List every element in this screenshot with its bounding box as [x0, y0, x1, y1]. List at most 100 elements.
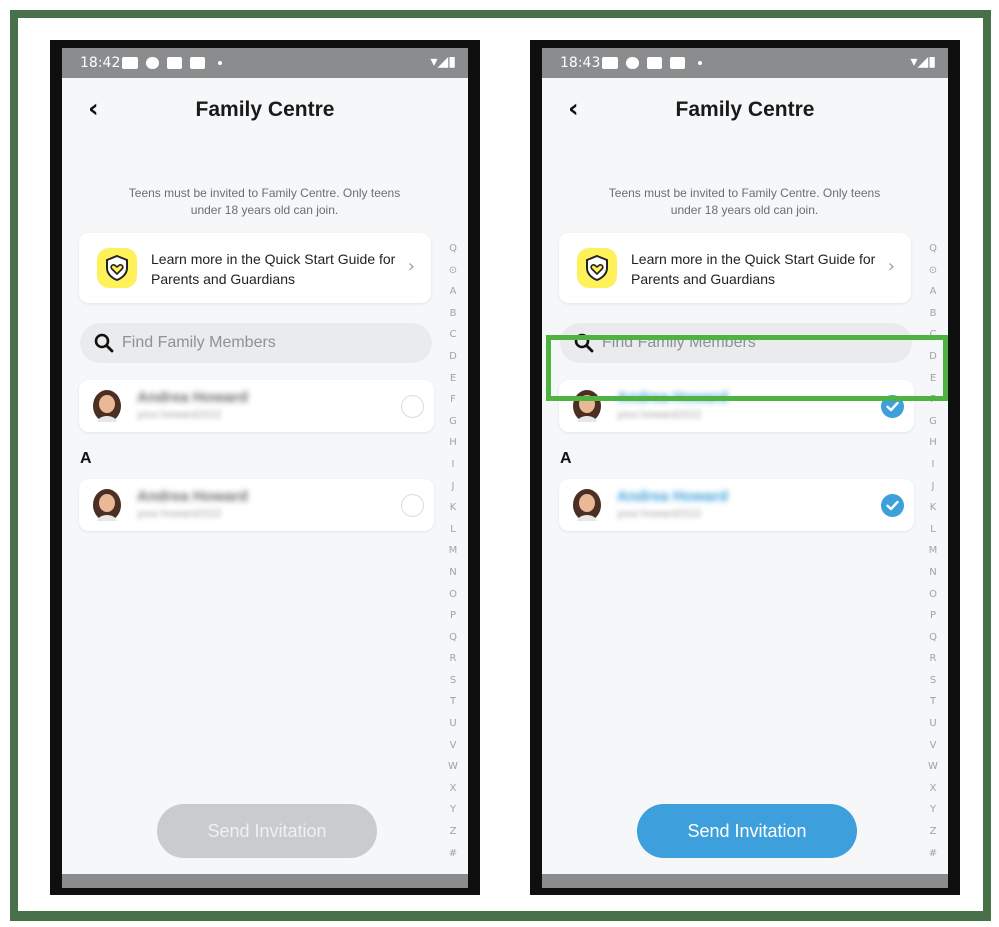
search-input[interactable]: [122, 323, 412, 363]
header: ‹ Family Centre: [62, 88, 468, 132]
contact-username: your.howard2022: [137, 508, 222, 520]
alphabet-index-letter[interactable]: U: [446, 713, 460, 735]
alphabet-index-letter[interactable]: R: [926, 648, 940, 670]
android-nav-bar: ‹: [62, 874, 468, 888]
alphabet-index-letter[interactable]: B: [926, 303, 940, 325]
alphabet-index-letter[interactable]: Z: [446, 821, 460, 843]
shield-heart-icon: [577, 248, 617, 288]
app-icon: [167, 57, 182, 69]
alphabet-index-letter[interactable]: L: [926, 519, 940, 541]
quick-start-guide-card[interactable]: Learn more in the Quick Start Guide for …: [79, 233, 431, 303]
alphabet-index-letter[interactable]: ⊙: [926, 260, 940, 282]
notification-dot-icon: [218, 61, 222, 65]
alphabet-index-letter[interactable]: O: [446, 584, 460, 606]
contact-row[interactable]: Andrea Howard your.howard2022: [559, 479, 914, 531]
alphabet-index-letter[interactable]: W: [926, 756, 940, 778]
subtitle: Teens must be invited to Family Centre. …: [608, 186, 881, 217]
contact-row[interactable]: Andrea Howard your.howard2022: [79, 479, 434, 531]
phone-right: 18:43 ▾◢▮ ‹ Family Centre Teens must be …: [530, 40, 960, 895]
alphabet-index-letter[interactable]: W: [446, 756, 460, 778]
alphabet-index-letter[interactable]: M: [926, 540, 940, 562]
alphabet-index-letter[interactable]: R: [446, 648, 460, 670]
alphabet-index-letter[interactable]: H: [446, 432, 460, 454]
alphabet-index-letter[interactable]: H: [926, 432, 940, 454]
alphabet-index-letter[interactable]: J: [926, 476, 940, 498]
alphabet-index-letter[interactable]: N: [446, 562, 460, 584]
search-bar[interactable]: [80, 323, 432, 363]
bitmoji-avatar: [93, 489, 121, 521]
alphabet-index-letter[interactable]: A: [926, 281, 940, 303]
alphabet-index-letter[interactable]: Q: [926, 238, 940, 260]
chevron-right-icon: ›: [407, 256, 415, 277]
contact-name: Andrea Howard: [617, 488, 728, 505]
contact-name: Andrea Howard: [137, 389, 248, 406]
alphabet-index-letter[interactable]: Q: [926, 627, 940, 649]
alphabet-index-letter[interactable]: C: [446, 324, 460, 346]
checkmark-icon[interactable]: [881, 494, 904, 517]
phone-left: 18:42 ▾◢▮ ‹ Family Centre Teens must be …: [50, 40, 480, 895]
subtitle: Teens must be invited to Family Centre. …: [128, 186, 401, 217]
status-time: 18:42: [80, 55, 121, 71]
contact-row[interactable]: Andrea Howard your.howard2022: [79, 380, 434, 432]
send-invitation-button[interactable]: Send Invitation: [637, 804, 857, 858]
alphabet-index-letter[interactable]: #: [926, 843, 940, 865]
bitmoji-avatar: [573, 489, 601, 521]
alphabet-index-letter[interactable]: M: [446, 540, 460, 562]
alphabet-index-letter[interactable]: V: [446, 735, 460, 757]
alphabet-index-letter[interactable]: G: [926, 411, 940, 433]
alphabet-index-letter[interactable]: L: [446, 519, 460, 541]
alphabet-index-letter[interactable]: Z: [926, 821, 940, 843]
alphabet-index-letter[interactable]: Q: [446, 627, 460, 649]
page-title: Family Centre: [675, 98, 815, 121]
alphabet-index-letter[interactable]: O: [926, 584, 940, 606]
alphabet-index-letter[interactable]: S: [446, 670, 460, 692]
contact-username: your.howard2022: [617, 409, 702, 421]
alphabet-index-letter[interactable]: P: [926, 605, 940, 627]
alphabet-index-letter[interactable]: B: [446, 303, 460, 325]
contact-username: your.howard2022: [617, 508, 702, 520]
alphabet-index-letter[interactable]: T: [926, 691, 940, 713]
guide-text: Learn more in the Quick Start Guide for …: [631, 251, 876, 287]
alphabet-index-letter[interactable]: K: [926, 497, 940, 519]
app-icon: [670, 57, 685, 69]
search-icon: [94, 333, 114, 353]
alphabet-index-letter[interactable]: N: [926, 562, 940, 584]
select-radio[interactable]: [401, 494, 424, 517]
alphabet-index-letter[interactable]: U: [926, 713, 940, 735]
signal-battery-icon: ▾◢▮: [430, 54, 457, 70]
alphabet-index-letter[interactable]: F: [446, 389, 460, 411]
send-invitation-button[interactable]: Send Invitation: [157, 804, 377, 858]
alphabet-index-letter[interactable]: V: [926, 735, 940, 757]
select-radio[interactable]: [401, 395, 424, 418]
contact-name: Andrea Howard: [137, 488, 248, 505]
twitter-icon: [626, 57, 639, 69]
alphabet-index-letter[interactable]: ⊙: [446, 260, 460, 282]
alphabet-index-letter[interactable]: Q: [446, 238, 460, 260]
youtube-icon: [602, 57, 618, 69]
signal-battery-icon: ▾◢▮: [910, 54, 937, 70]
alphabet-index-letter[interactable]: E: [446, 368, 460, 390]
alphabet-index[interactable]: Q ⊙ A B C D E F G H I J K L M N O P Q R S T U V W X Y Z #: [926, 238, 940, 864]
alphabet-index-letter[interactable]: X: [926, 778, 940, 800]
alphabet-index-letter[interactable]: T: [446, 691, 460, 713]
quick-start-guide-card[interactable]: Learn more in the Quick Start Guide for …: [559, 233, 911, 303]
status-time: 18:43: [560, 55, 601, 71]
alphabet-index-letter[interactable]: J: [446, 476, 460, 498]
alphabet-index-letter[interactable]: K: [446, 497, 460, 519]
alphabet-index-letter[interactable]: D: [446, 346, 460, 368]
alphabet-index-letter[interactable]: Y: [926, 799, 940, 821]
alphabet-index[interactable]: Q ⊙ A B C D E F G H I J K L M N O P Q R S T U V W X Y Z #: [446, 238, 460, 864]
alphabet-index-letter[interactable]: #: [446, 843, 460, 865]
chevron-right-icon: ›: [887, 256, 895, 277]
alphabet-index-letter[interactable]: S: [926, 670, 940, 692]
alphabet-index-letter[interactable]: G: [446, 411, 460, 433]
contact-username: your.howard2022: [137, 409, 222, 421]
alphabet-index-letter[interactable]: P: [446, 605, 460, 627]
alphabet-index-letter[interactable]: X: [446, 778, 460, 800]
alphabet-index-letter[interactable]: A: [446, 281, 460, 303]
alphabet-index-letter[interactable]: I: [446, 454, 460, 476]
youtube-icon: [122, 57, 138, 69]
alphabet-index-letter[interactable]: I: [926, 454, 940, 476]
guide-text: Learn more in the Quick Start Guide for …: [151, 251, 396, 287]
alphabet-index-letter[interactable]: Y: [446, 799, 460, 821]
